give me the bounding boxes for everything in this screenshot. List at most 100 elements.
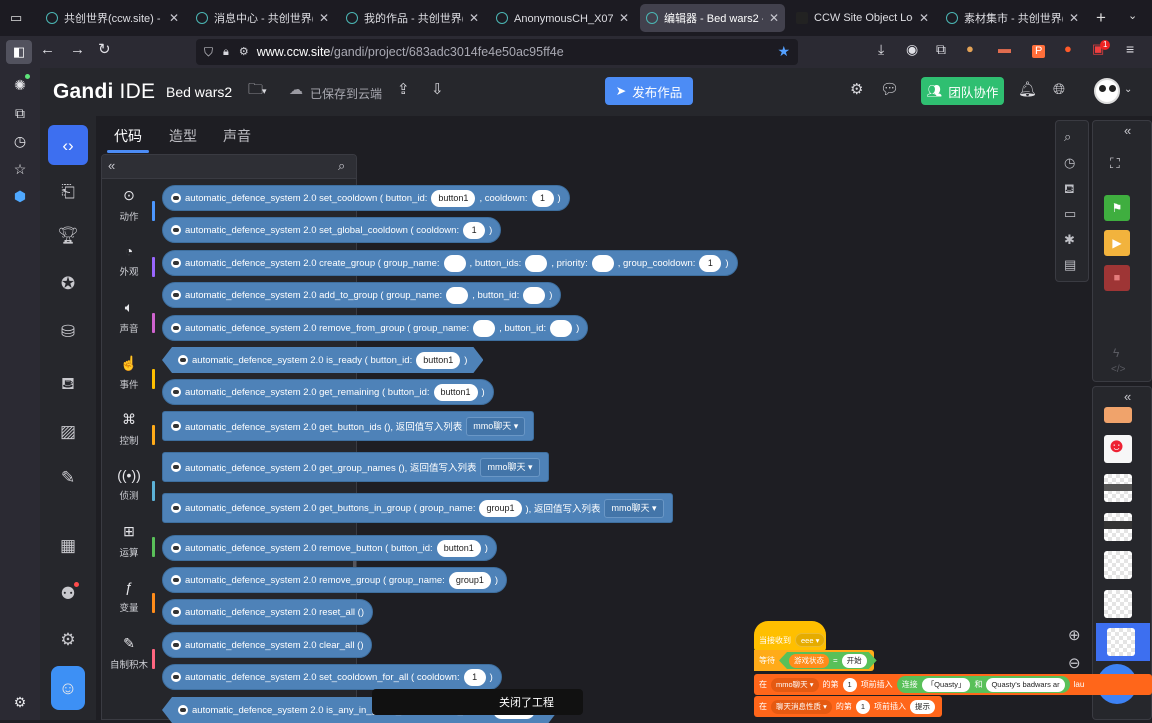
block-input[interactable]: [523, 286, 546, 304]
inspect-icon[interactable]: ⌕: [1064, 130, 1071, 143]
palette-block[interactable]: automatic_defence_system 2.0 create_grou…: [162, 250, 738, 276]
close-tab-icon[interactable]: ✕: [1069, 12, 1079, 24]
upload-icon[interactable]: ⇪: [397, 82, 410, 97]
zoom-in-icon[interactable]: ⊕: [1068, 628, 1081, 643]
tab-code[interactable]: 代码: [114, 126, 142, 146]
account-icon[interactable]: ◉: [906, 42, 918, 56]
browser-tab[interactable]: 共创世界(ccw.site) - Scra ✕: [40, 4, 185, 32]
category-myblocks[interactable]: ✎ 自制积木: [102, 635, 156, 671]
address-bar[interactable]: ⛉ 🔒︎ ⚙ www.ccw.site/gandi/project/683adc…: [196, 39, 798, 65]
palette-search-icon[interactable]: ⌕: [338, 159, 345, 172]
tab-costumes[interactable]: 造型: [169, 126, 197, 146]
block-input[interactable]: [446, 286, 469, 304]
block-input[interactable]: button1: [433, 383, 478, 401]
bookmark-star-icon[interactable]: ★: [777, 44, 790, 58]
bug-icon[interactable]: ✱: [1064, 233, 1075, 246]
publish-button[interactable]: ➤ 发布作品: [605, 77, 693, 105]
browser-tab[interactable]: 素材集市 - 共创世界(ccw.s ✕: [940, 4, 1085, 32]
sprite-thumb-1[interactable]: [1104, 407, 1132, 423]
palette-block[interactable]: automatic_defence_system 2.0 set_global_…: [162, 217, 502, 243]
green-flag-button[interactable]: ⚑: [1104, 195, 1130, 221]
settings-icon[interactable]: ⚙: [53, 624, 83, 654]
compare-value[interactable]: 开始: [842, 654, 867, 668]
category-events[interactable]: ☝ 事件: [102, 355, 156, 391]
database-icon[interactable]: ⛁: [53, 316, 83, 346]
code-editor-icon[interactable]: ‹›: [48, 125, 88, 165]
palette-block[interactable]: automatic_defence_system 2.0 get_remaini…: [162, 379, 494, 405]
import-icon[interactable]: ⎗: [53, 176, 83, 206]
row1-index[interactable]: 1: [842, 677, 857, 692]
close-tab-icon[interactable]: ✕: [469, 12, 479, 24]
lock-icon[interactable]: 🔒︎: [223, 46, 229, 58]
join-operator-block[interactable]: 连接 「Quasty」 和 Quasty's badwars ar: [896, 676, 1070, 693]
category-operators[interactable]: ⊞ 运算: [102, 523, 156, 559]
extensions-icon[interactable]: ⧉: [936, 42, 946, 56]
download-cloud-icon[interactable]: ⇩: [431, 82, 444, 97]
insert-list-block-2[interactable]: 在 聊天消息性质 ▾ 的第 1 项前插入 提示: [754, 696, 942, 717]
when-receive-hat-block[interactable]: 当接收到 eee ▾: [754, 621, 826, 651]
terminal-icon[interactable]: ▭: [1064, 207, 1076, 220]
language-globe-icon[interactable]: 🌐︎: [1053, 82, 1065, 97]
notification-bell-icon[interactable]: 🔔︎: [1018, 82, 1037, 97]
row2-value[interactable]: 提示: [910, 699, 936, 714]
list-dropdown[interactable]: mmo聊天 ▾: [604, 498, 664, 518]
category-sensing[interactable]: ((•)) 侦测: [102, 467, 156, 502]
shield-icon[interactable]: ⛉: [204, 46, 213, 58]
palette-block[interactable]: automatic_defence_system 2.0 reset_all (…: [162, 599, 374, 625]
block-input[interactable]: 1: [531, 189, 554, 207]
permissions-icon[interactable]: ⚙: [239, 46, 249, 58]
stop-button[interactable]: ■: [1104, 265, 1130, 291]
palette-block[interactable]: automatic_defence_system 2.0 get_buttons…: [162, 493, 673, 523]
avatar[interactable]: [1094, 78, 1120, 104]
palette-block[interactable]: automatic_defence_system 2.0 remove_from…: [162, 315, 589, 341]
category-looks[interactable]: ◔ 外观: [102, 243, 156, 278]
palette-block[interactable]: automatic_defence_system 2.0 set_cooldow…: [162, 664, 502, 690]
sprite-thumb-3[interactable]: [1104, 474, 1132, 502]
game-state-var[interactable]: 游戏状态: [789, 654, 829, 668]
palette-block[interactable]: automatic_defence_system 2.0 set_cooldow…: [162, 185, 570, 211]
customize-sidebar-icon[interactable]: ⚙: [11, 695, 29, 713]
extension-p-icon[interactable]: P: [1032, 45, 1046, 58]
block-input[interactable]: button1: [436, 539, 481, 557]
palette-block[interactable]: automatic_defence_system 2.0 remove_grou…: [162, 567, 508, 593]
document-icon[interactable]: ▤: [1064, 258, 1076, 271]
forward-icon[interactable]: →: [70, 42, 85, 57]
list-dropdown[interactable]: mmo聊天 ▾: [466, 416, 526, 436]
block-input[interactable]: 1: [463, 221, 486, 239]
collapse-palette-icon[interactable]: «: [108, 159, 115, 172]
image-settings-icon[interactable]: ▨: [53, 416, 83, 446]
history-icon[interactable]: ◷: [1064, 156, 1075, 169]
code-toggle-icon[interactable]: </>: [1111, 365, 1125, 375]
lightning-icon[interactable]: ϟ: [1113, 347, 1119, 359]
insert-list-block-1[interactable]: 在 mmo聊天 ▾ 的第 1 项前插入 连接 「Quasty」 和 Quasty…: [754, 674, 1152, 695]
browser-tab[interactable]: AnonymousCH_X073（家 ✕: [490, 4, 635, 32]
list-dropdown[interactable]: mmo聊天 ▾: [480, 457, 540, 477]
url-text[interactable]: www.ccw.site/gandi/project/683adc3014fe4…: [257, 45, 564, 59]
block-input[interactable]: 1: [699, 254, 722, 272]
row2-index[interactable]: 1: [855, 699, 871, 714]
block-input[interactable]: [525, 254, 548, 272]
project-title[interactable]: Bed wars2: [166, 84, 232, 100]
join-b[interactable]: Quasty's badwars ar: [986, 677, 1065, 692]
close-tab-icon[interactable]: ✕: [169, 12, 179, 24]
extension-sidebar-icon[interactable]: ⬢: [11, 189, 29, 207]
browser-tab[interactable]: 消息中心 - 共创世界(ccw.s ✕: [190, 4, 335, 32]
history-icon[interactable]: ◷: [11, 134, 29, 152]
tab-list-icon[interactable]: ⌄: [1128, 11, 1137, 22]
sprite-thumb-5[interactable]: [1104, 551, 1132, 579]
palette-block[interactable]: automatic_defence_system 2.0 get_button_…: [162, 411, 535, 441]
project-settings-icon[interactable]: ⚙︎: [850, 82, 863, 97]
block-input[interactable]: button1: [431, 189, 476, 207]
reload-icon[interactable]: ↻: [98, 42, 111, 57]
block-input[interactable]: [550, 319, 573, 337]
sprite-thumb-selected[interactable]: [1096, 623, 1150, 661]
category-variables[interactable]: ƒ 变量: [102, 579, 156, 614]
ai-chat-icon[interactable]: ✺: [11, 78, 29, 96]
sprite-thumb-6[interactable]: [1104, 590, 1132, 618]
category-sound[interactable]: 🔈︎ 声音: [102, 299, 156, 335]
sprite-thumb-clown[interactable]: ☻: [1104, 435, 1132, 463]
back-icon[interactable]: ←: [40, 42, 55, 57]
folder-icon[interactable]: 🗀︎: [248, 82, 263, 97]
block-input[interactable]: [443, 254, 466, 272]
category-motion[interactable]: ⊙ 动作: [102, 187, 156, 223]
